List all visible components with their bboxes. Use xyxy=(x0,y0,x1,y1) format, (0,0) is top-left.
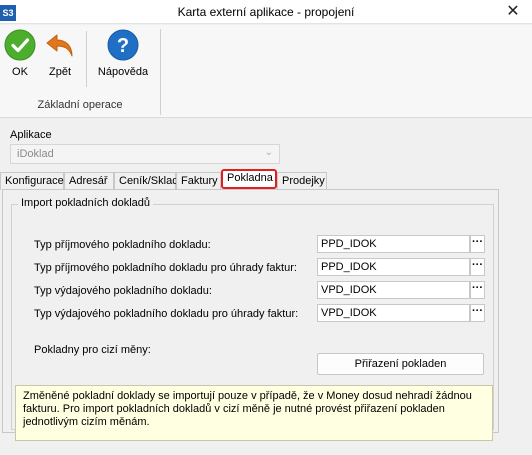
expense-type-input[interactable]: VPD_IDOK xyxy=(317,281,470,299)
chevron-down-icon: ⌄ xyxy=(264,147,273,158)
ribbon-toolbar: OK Zpět ? Nápověda Základní operace xyxy=(0,25,532,118)
expense-invoice-type-browse-button[interactable]: ··· xyxy=(470,304,485,322)
expense-invoice-type-input[interactable]: VPD_IDOK xyxy=(317,304,470,322)
close-button[interactable]: ✕ xyxy=(504,3,522,21)
help-label: Nápověda xyxy=(97,66,149,78)
tab-cenik-sklad[interactable]: Ceník/Sklad xyxy=(114,172,178,190)
receipt-invoice-type-input[interactable]: PPD_IDOK xyxy=(317,258,470,276)
expense-invoice-type-label: Typ výdajového pokladního dokladu pro úh… xyxy=(34,308,299,320)
tab-konfigurace[interactable]: Konfigurace xyxy=(0,172,64,190)
back-button[interactable]: Zpět xyxy=(44,29,76,78)
tab-adresar[interactable]: Adresář xyxy=(64,172,114,190)
receipt-invoice-type-browse-button[interactable]: ··· xyxy=(470,258,485,276)
close-icon: ✕ xyxy=(506,3,520,20)
checkmark-icon xyxy=(4,29,36,61)
application-label: Aplikace xyxy=(10,129,52,141)
title-bar: S3 Karta externí aplikace - propojení ✕ xyxy=(0,0,532,24)
import-group-title: Import pokladních dokladů xyxy=(18,197,154,209)
application-value: iDoklad xyxy=(17,148,54,160)
assign-registers-button[interactable]: Přiřazení pokladen xyxy=(317,353,484,375)
ok-button[interactable]: OK xyxy=(4,29,36,78)
help-icon: ? xyxy=(107,29,139,61)
tab-pokladna[interactable]: Pokladna xyxy=(221,169,277,189)
back-label: Zpět xyxy=(48,66,71,78)
back-arrow-icon xyxy=(46,34,73,57)
window-title: Karta externí aplikace - propojení xyxy=(177,5,355,19)
application-select[interactable]: iDoklad ⌄ xyxy=(10,144,280,164)
ribbon-separator xyxy=(86,31,87,87)
receipt-invoice-type-label: Typ příjmového pokladního dokladu pro úh… xyxy=(34,262,297,274)
ribbon-group-label: Základní operace xyxy=(37,99,123,111)
foreign-currency-label: Pokladny pro cizí měny: xyxy=(34,344,151,356)
tab-prodejky[interactable]: Prodejky xyxy=(277,172,327,190)
info-note: Změněné pokladní doklady se importují po… xyxy=(15,385,493,441)
expense-type-label: Typ výdajového pokladního dokladu: xyxy=(34,285,212,297)
receipt-type-browse-button[interactable]: ··· xyxy=(470,235,485,253)
receipt-type-input[interactable]: PPD_IDOK xyxy=(317,235,470,253)
expense-type-browse-button[interactable]: ··· xyxy=(470,281,485,299)
import-group: Import pokladních dokladů Typ příjmového… xyxy=(11,197,494,441)
svg-text:?: ? xyxy=(117,35,129,57)
ribbon-group-separator xyxy=(160,29,161,115)
ok-label: OK xyxy=(12,66,28,78)
tab-faktury[interactable]: Faktury xyxy=(176,172,221,190)
receipt-type-label: Typ příjmového pokladního dokladu: xyxy=(34,239,211,251)
help-button[interactable]: ? Nápověda xyxy=(94,29,152,78)
pokladna-panel: Import pokladních dokladů Typ příjmového… xyxy=(2,189,499,441)
